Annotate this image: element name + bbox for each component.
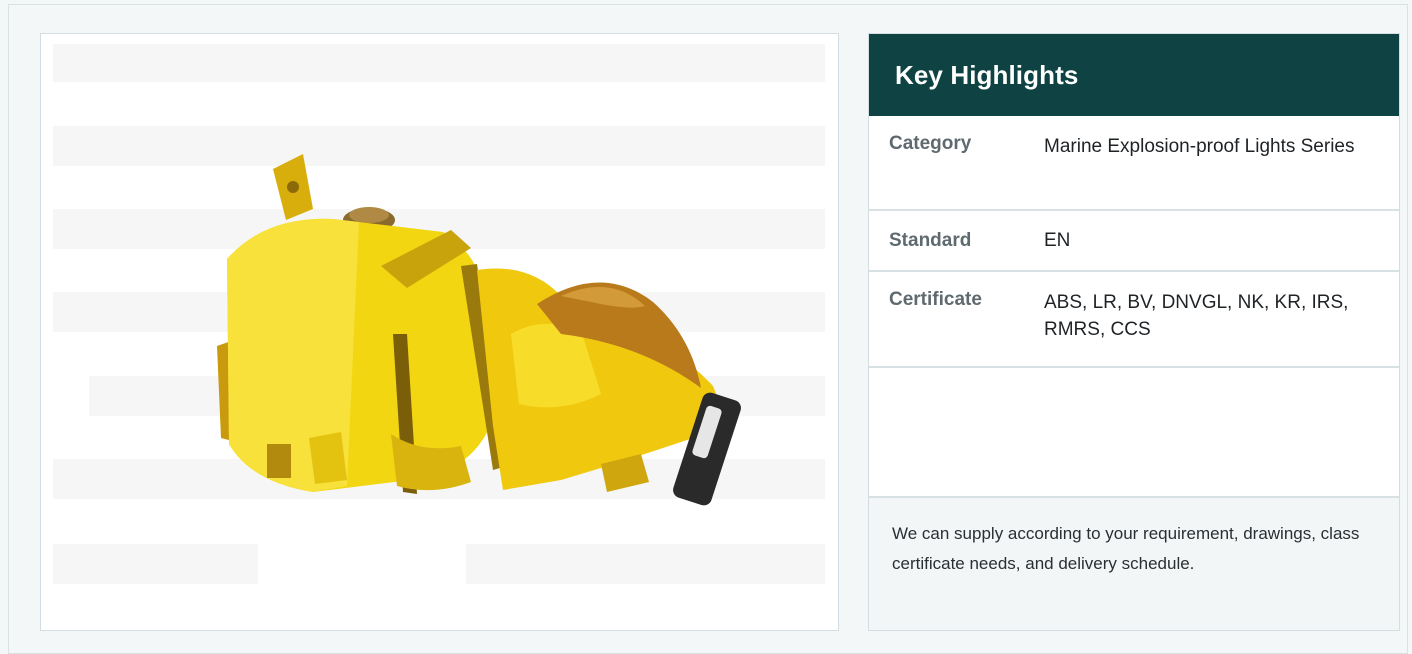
highlight-key: Standard <box>889 229 972 251</box>
highlight-key: Category <box>889 133 972 154</box>
highlight-key: Certificate <box>889 289 982 310</box>
highlight-key <box>869 368 1044 496</box>
key-highlights-header: Key Highlights <box>869 34 1399 116</box>
key-highlights-title: Key Highlights <box>895 59 1079 90</box>
highlight-value <box>1044 368 1399 496</box>
product-photo-icon <box>53 44 825 584</box>
highlight-row-certificate: Certificate ABS, LR, BV, DNVGL, NK, KR, … <box>869 272 1399 368</box>
highlight-value: EN <box>1044 230 1071 251</box>
highlight-row-standard: Standard EN <box>869 211 1399 272</box>
highlight-row-category: Category Marine Explosion-proof Lights S… <box>869 116 1399 211</box>
page-frame: Key Highlights Category Marine Explosion… <box>8 4 1408 654</box>
highlight-value: Marine Explosion-proof Lights Series <box>1044 136 1355 157</box>
product-image-panel <box>40 33 839 631</box>
highlight-row-empty <box>869 368 1399 498</box>
key-highlights-panel: Key Highlights Category Marine Explosion… <box>868 33 1400 631</box>
highlight-value: ABS, LR, BV, DNVGL, NK, KR, IRS, RMRS, C… <box>1044 292 1349 340</box>
supply-note: We can supply according to your requirem… <box>869 498 1399 630</box>
